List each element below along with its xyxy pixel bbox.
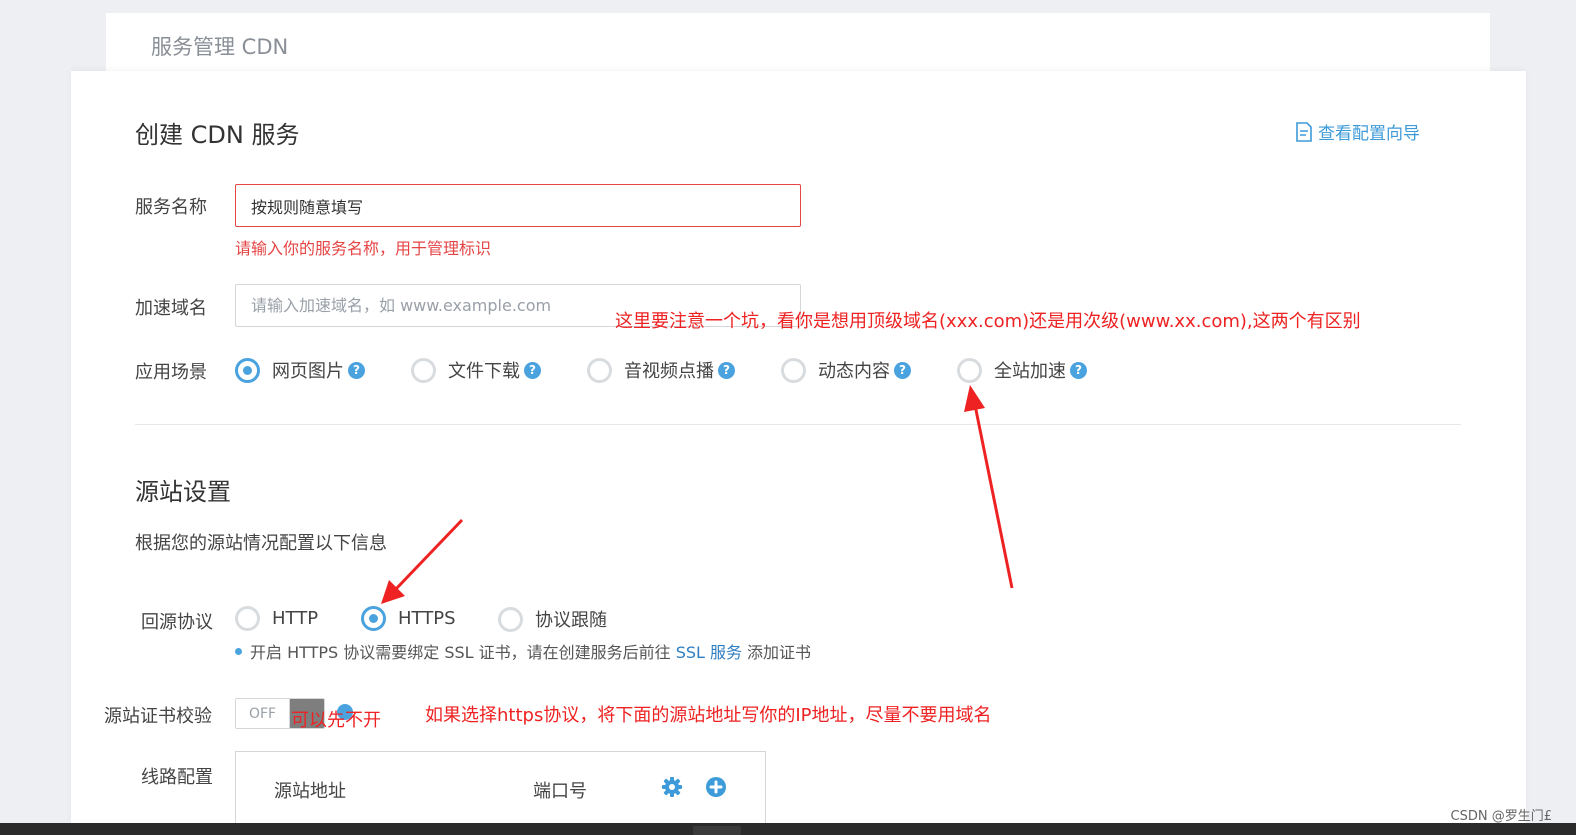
config-guide-label: 查看配置向导 xyxy=(1318,124,1420,144)
bullet-icon xyxy=(235,647,242,655)
section-divider xyxy=(135,424,1461,425)
config-guide-link[interactable]: 查看配置向导 xyxy=(1295,119,1420,144)
radio-icon xyxy=(781,357,806,383)
watermark: CSDN @罗生门£ xyxy=(1450,809,1552,824)
protocol-option-label: 协议跟随 xyxy=(535,610,607,631)
add-circle-icon[interactable] xyxy=(705,776,727,798)
radio-checked-icon xyxy=(235,357,260,383)
help-icon[interactable]: ? xyxy=(894,361,911,379)
service-name-label: 服务名称 xyxy=(135,197,207,218)
top-bar: 服务管理 CDN xyxy=(106,13,1490,71)
scene-option-label: 全站加速 xyxy=(994,361,1066,382)
ssl-service-link[interactable]: SSL 服务 xyxy=(676,639,742,663)
protocol-option-follow[interactable]: 协议跟随 xyxy=(498,606,607,632)
https-note: 开启 HTTPS 协议需要绑定 SSL 证书，请在创建服务后前往 SSL 服务 … xyxy=(235,639,811,663)
origin-section-title: 源站设置 xyxy=(135,478,231,506)
scene-option-label: 音视频点播 xyxy=(624,361,714,382)
radio-icon xyxy=(411,357,436,383)
scene-option-vod[interactable]: 音视频点播 ? xyxy=(587,357,735,383)
breadcrumb: 服务管理 CDN xyxy=(151,35,289,59)
line-config-label: 线路配置 xyxy=(141,767,213,788)
scene-option-label: 文件下载 xyxy=(448,361,520,382)
scene-option-file-download[interactable]: 文件下载 ? xyxy=(411,357,541,383)
scene-option-label: 网页图片 xyxy=(272,361,344,382)
help-icon[interactable]: ? xyxy=(718,361,735,379)
help-icon[interactable]: ? xyxy=(1070,361,1087,379)
annotation-cert-tip: 可以先不开 xyxy=(291,710,381,731)
help-icon[interactable]: ? xyxy=(348,361,365,379)
https-note-suffix: 添加证书 xyxy=(747,643,812,662)
column-header-port: 端口号 xyxy=(533,781,587,802)
line-config-table: 源站地址 端口号 xyxy=(235,751,766,831)
taskbar xyxy=(0,823,1576,835)
column-header-address: 源站地址 xyxy=(274,781,346,802)
protocol-option-http[interactable]: HTTP xyxy=(235,606,318,631)
scene-option-dynamic[interactable]: 动态内容 ? xyxy=(781,357,911,383)
cert-check-label: 源站证书校验 xyxy=(104,706,212,727)
page-title: 创建 CDN 服务 xyxy=(135,121,300,149)
protocol-option-label: HTTP xyxy=(272,608,319,629)
scene-option-full-site[interactable]: 全站加速 ? xyxy=(957,357,1087,383)
scene-label: 应用场景 xyxy=(135,362,207,383)
radio-icon xyxy=(235,606,260,631)
toggle-knob: OFF xyxy=(236,699,290,728)
help-icon[interactable]: ? xyxy=(524,361,541,379)
protocol-option-label: HTTPS xyxy=(398,608,456,629)
scene-option-label: 动态内容 xyxy=(818,361,890,382)
origin-section-desc: 根据您的源站情况配置以下信息 xyxy=(135,533,387,554)
domain-label: 加速域名 xyxy=(135,298,207,319)
taskbar-segment xyxy=(693,826,741,835)
radio-icon xyxy=(957,357,982,383)
annotation-domain-tip: 这里要注意一个坑，看你是想用顶级域名(xxx.com)还是用次级(www.xx.… xyxy=(615,311,1361,332)
protocol-option-https[interactable]: HTTPS xyxy=(361,606,456,631)
protocol-label: 回源协议 xyxy=(141,612,213,633)
annotation-https-tip: 如果选择https协议，将下面的源站地址写你的IP地址，尽量不要用域名 xyxy=(425,705,992,726)
https-note-text: 开启 HTTPS 协议需要绑定 SSL 证书，请在创建服务后前往 xyxy=(250,643,671,662)
radio-checked-icon xyxy=(361,606,386,631)
scene-option-web-image[interactable]: 网页图片 ? xyxy=(235,357,365,383)
radio-icon xyxy=(498,606,523,632)
service-name-input[interactable] xyxy=(235,184,801,227)
document-icon xyxy=(1296,121,1312,142)
service-name-error: 请输入你的服务名称，用于管理标识 xyxy=(235,239,492,258)
gear-icon[interactable] xyxy=(661,776,683,798)
radio-icon xyxy=(587,357,612,383)
